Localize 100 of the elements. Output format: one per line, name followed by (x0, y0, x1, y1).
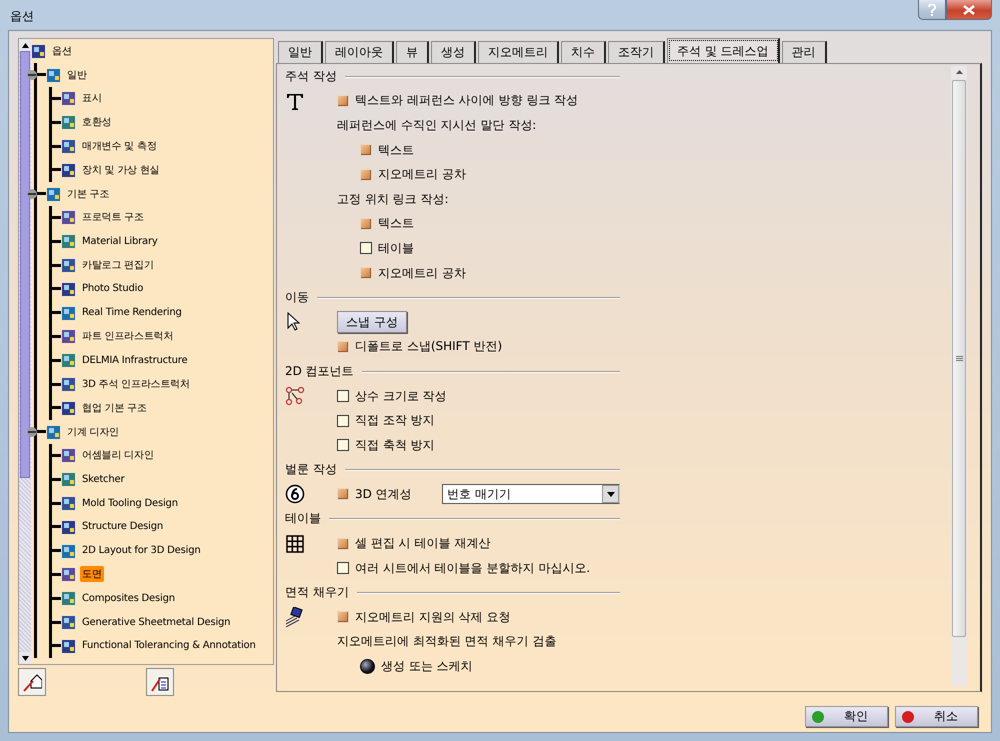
close-button[interactable] (946, 0, 992, 20)
radio-button[interactable] (360, 659, 375, 674)
tree-item[interactable]: 매개변수 및 측정 (80, 138, 159, 154)
section-title: 이동 (285, 289, 309, 306)
module-icon (61, 638, 77, 654)
checkbox-label: 텍스트와 레퍼런스 사이에 방향 링크 작성 (355, 92, 578, 110)
checkbox[interactable] (337, 439, 349, 452)
module-icon (61, 162, 77, 178)
checkbox-label: 테이블 (378, 240, 414, 257)
tree-item[interactable]: Real Time Rendering (80, 306, 184, 320)
tree-item[interactable]: 도면 (80, 566, 104, 582)
tree-item[interactable]: 호환성 (80, 114, 114, 130)
tree-item[interactable]: 카탈로그 편집기 (80, 257, 156, 274)
tree-item[interactable]: Mold Tooling Design (80, 496, 180, 510)
module-icon (61, 257, 77, 274)
tab[interactable]: 지오메트리 (478, 41, 559, 63)
tab[interactable]: 생성 (431, 41, 476, 63)
checkbox-label: 텍스트 (378, 215, 414, 232)
tree-item[interactable]: Photo Studio (80, 282, 146, 296)
tree-item[interactable]: Sketcher (80, 472, 126, 486)
window-title: 옵션 (10, 8, 34, 25)
module-icon (61, 518, 77, 535)
checkbox-label: 지오메트리 지원의 삭제 요청 (355, 608, 510, 626)
module-icon (46, 186, 62, 202)
tree-item[interactable]: 파트 인프라스트럭처 (80, 328, 176, 344)
checkbox[interactable] (337, 390, 349, 402)
checkbox[interactable] (337, 562, 349, 574)
tree-item[interactable]: Generative Sheetmetal Design (80, 616, 232, 629)
module-icon (61, 447, 77, 464)
checkbox-label: 지오메트리 공차 (378, 166, 466, 184)
snap-settings-button[interactable]: 스냅 구성 (337, 311, 407, 334)
table-icon (285, 534, 305, 554)
collapse-toggle[interactable] (27, 426, 37, 437)
module-icon (46, 66, 62, 83)
components-icon (285, 386, 305, 406)
scroll-up-icon (22, 42, 28, 48)
status-dot-icon (902, 710, 914, 722)
checkbox-label: 직접 조작 방지 (355, 412, 435, 430)
scrollbar[interactable] (951, 66, 967, 686)
module-icon (61, 352, 77, 368)
collapse-toggle[interactable] (27, 70, 37, 80)
tree-item[interactable]: 프로덕트 구조 (80, 209, 146, 226)
section-title: 면적 채우기 (285, 584, 349, 602)
help-button[interactable] (918, 0, 946, 20)
tree-item[interactable]: 어셈블리 디자인 (80, 447, 156, 464)
tab[interactable]: 관리 (782, 41, 827, 63)
checkbox-label: 지오메트리 공차 (378, 264, 466, 282)
tree-item[interactable]: Material Library (80, 234, 160, 248)
section-title: 벌룬 작성 (285, 461, 337, 478)
scrollbar[interactable] (19, 39, 31, 664)
tree-item[interactable]: 협업 기본 구조 (80, 400, 149, 416)
checkbox-label: 여러 시트에서 테이블을 분할하지 마십시오. (355, 560, 590, 577)
dropdown-arrow-icon (606, 492, 614, 497)
module-icon (61, 138, 77, 154)
checkbox-label: 셀 편집 시 테이블 재계산 (355, 535, 490, 552)
module-icon (61, 280, 77, 297)
tab[interactable]: 치수 (561, 41, 606, 63)
checkbox-label: 직접 축척 방지 (355, 436, 435, 454)
cancel-button[interactable]: 취소 (895, 706, 978, 727)
tree-item[interactable]: 기본 구조 (65, 186, 112, 202)
tree-item[interactable]: 일반 (65, 66, 89, 83)
tab[interactable]: 주석 및 드레스업 (667, 38, 780, 63)
checkbox-label: 3D 연계성 (355, 486, 412, 503)
radio-label: 생성 또는 스케치 (381, 658, 473, 676)
checkbox-label: 상수 크기로 작성 (355, 388, 447, 405)
module-icon (61, 590, 77, 606)
module-icon (61, 114, 77, 130)
collapse-toggle[interactable] (27, 188, 37, 199)
tree-item[interactable]: 옵션 (50, 42, 74, 59)
grip-icon (956, 356, 962, 362)
tree-item[interactable]: Functional Tolerancing & Annotation (80, 639, 258, 652)
scroll-up-icon (956, 70, 962, 74)
ok-button[interactable]: 확인 (805, 706, 888, 727)
tab[interactable]: 일반 (278, 41, 323, 63)
tree-item[interactable]: 2D Layout for 3D Design (80, 544, 203, 558)
option-text: 지오메트리에 최적화된 면적 채우기 검출 (337, 633, 556, 650)
option-text: 레퍼런스에 수직인 지시선 말단 작성: (337, 116, 536, 134)
checkbox[interactable] (360, 242, 372, 254)
tree-item[interactable]: Composites Design (80, 592, 177, 605)
module-icon (61, 90, 77, 106)
module-icon (61, 614, 77, 630)
module-icon (61, 542, 77, 559)
tree-item[interactable]: 표시 (80, 90, 104, 106)
module-icon (61, 400, 77, 416)
module-icon (46, 424, 62, 440)
tab[interactable]: 뷰 (396, 41, 429, 63)
tab[interactable]: 레이아웃 (325, 41, 394, 63)
tree-item[interactable]: 장치 및 가상 현실 (80, 162, 162, 178)
tree-item[interactable]: Structure Design (80, 520, 166, 534)
home-tool-button[interactable] (18, 668, 46, 696)
tab[interactable]: 조작기 (608, 41, 665, 63)
status-dot-icon (812, 710, 824, 722)
dropdown[interactable]: 번호 매기기 (442, 484, 620, 504)
document-tool-button[interactable] (146, 668, 174, 696)
tree-item[interactable]: DELMIA Infrastructure (80, 354, 190, 367)
module-icon (31, 42, 47, 59)
tree-item[interactable]: 기계 디자인 (65, 424, 121, 440)
help-icon (928, 4, 936, 16)
checkbox[interactable] (337, 414, 349, 427)
tree-item[interactable]: 3D 주석 인프라스트럭처 (80, 376, 192, 392)
